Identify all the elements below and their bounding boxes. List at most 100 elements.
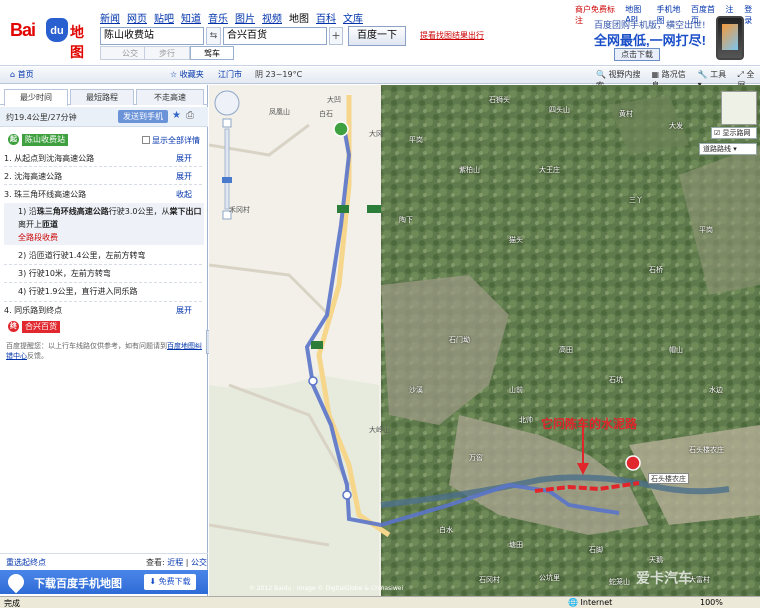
map-place-label: 大岭山 bbox=[369, 426, 390, 434]
start-input[interactable]: 陈山收费站 bbox=[100, 27, 204, 45]
map-place-label: 三丫 bbox=[629, 196, 643, 204]
sub-step-2[interactable]: 2) 沿匝道行驶1.4公里，左前方转弯 bbox=[4, 249, 204, 262]
free-download-button[interactable]: ⬇ 免费下载 bbox=[144, 574, 196, 590]
view-bus-link[interactable]: 公交 bbox=[191, 558, 207, 567]
map-place-label: 大冈 bbox=[369, 130, 383, 138]
fuzzy-result-link[interactable]: 提看找图结果出行 bbox=[420, 30, 484, 41]
start-label[interactable]: 陈山收费站 bbox=[22, 134, 68, 146]
print-icon[interactable]: ⎙ bbox=[186, 110, 194, 121]
minimap-toggle[interactable] bbox=[721, 91, 757, 125]
map-start-pin[interactable] bbox=[333, 121, 349, 137]
map-place-label: 天鹅 bbox=[649, 556, 663, 564]
paw-icon: du bbox=[46, 18, 68, 42]
step-2-expand[interactable]: 展开 bbox=[176, 171, 192, 182]
map-place-label: 禾冈村 bbox=[229, 206, 250, 214]
status-zoom[interactable]: 100% bbox=[700, 598, 723, 607]
ad-download-button[interactable]: 点击下载 bbox=[614, 48, 660, 61]
product-nav: 新闻 网页 贴吧 知道 音乐 图片 视频 地图 百科 文库 bbox=[100, 10, 363, 25]
show-all-details-checkbox[interactable]: 显示全部详情 bbox=[142, 135, 200, 146]
sub-step-3[interactable]: 3) 行驶10米，左前方转弯 bbox=[4, 267, 204, 280]
route-step-1[interactable]: 1. 从起点到沈海高速公路 展开 bbox=[4, 153, 204, 164]
route-summary: 约19.4公里/27分钟 发送到手机 ★ ⎙ bbox=[0, 107, 208, 127]
send-to-phone-button[interactable]: 发送到手机 bbox=[118, 110, 168, 123]
tab-shortest[interactable]: 最短路程 bbox=[70, 89, 134, 105]
map-copyright: © 2012 Baidu · Image © DigitalGlobe & Ch… bbox=[249, 585, 404, 592]
zoom-slider[interactable] bbox=[224, 128, 230, 210]
nav-web[interactable]: 网页 bbox=[127, 10, 147, 25]
step-2-text: 2. 沈海高速公路 bbox=[4, 172, 63, 181]
nav-image[interactable]: 图片 bbox=[235, 10, 255, 25]
end-input[interactable]: 合兴百货 bbox=[223, 27, 327, 45]
map-place-label: 白石 bbox=[319, 110, 333, 118]
sub1-a: 1) 沿 bbox=[18, 207, 37, 216]
map-place-label: 猫头 bbox=[509, 236, 523, 244]
city-selector[interactable]: 江门市 bbox=[218, 69, 242, 80]
view-separator: | bbox=[185, 558, 189, 567]
route-step-2[interactable]: 2. 沈海高速公路 展开 bbox=[4, 171, 204, 182]
add-waypoint-icon[interactable]: + bbox=[329, 27, 343, 45]
map-place-label: 塘田 bbox=[509, 541, 523, 549]
nav-map[interactable]: 地图 bbox=[289, 10, 309, 25]
nav-news[interactable]: 新闻 bbox=[100, 10, 120, 25]
status-internet: 🌐 Internet bbox=[568, 598, 613, 607]
pan-control[interactable] bbox=[214, 90, 240, 116]
search-button[interactable]: 百度一下 bbox=[348, 26, 406, 46]
sub1-b: 行驶3.0公里，从 bbox=[108, 207, 170, 216]
step-4-expand[interactable]: 展开 bbox=[176, 305, 192, 316]
sub1-road: 珠三角环线高速公路 bbox=[36, 207, 109, 216]
route-sidebar: 最少时间 最短路程 不走高速 约19.4公里/27分钟 发送到手机 ★ ⎙ 起 … bbox=[0, 85, 208, 608]
view-near-link[interactable]: 近程 bbox=[167, 558, 183, 567]
step-3-collapse[interactable]: 收起 bbox=[176, 189, 192, 200]
baidu-logo[interactable]: Bai du 地图 bbox=[10, 18, 90, 60]
home-link[interactable]: ⌂ 首页 bbox=[10, 69, 34, 80]
map-place-label: 公坑里 bbox=[539, 574, 560, 582]
star-icon[interactable]: ★ bbox=[172, 110, 181, 121]
map-place-label: 石冈村 bbox=[479, 576, 500, 584]
step-1-expand[interactable]: 展开 bbox=[176, 153, 192, 164]
show-road-net-checkbox[interactable]: ☑ 显示路网 bbox=[711, 127, 757, 139]
nav-zhidao[interactable]: 知道 bbox=[181, 10, 201, 25]
map-place-label: 蛇笼山 bbox=[609, 578, 630, 586]
map-place-label: 平岗 bbox=[409, 136, 423, 144]
step-1-text: 1. 从起点到沈海高速公路 bbox=[4, 154, 95, 163]
road-route-dropdown[interactable]: 道路路线 ▾ bbox=[699, 143, 757, 155]
mode-walk-tab[interactable]: 步行 bbox=[144, 46, 190, 60]
sub-step-1[interactable]: 1) 沿珠三角环线高速公路行驶3.0公里，从棠下出口 离开上匝道 全路段收费 bbox=[4, 203, 204, 245]
map-end-pin[interactable] bbox=[625, 455, 641, 471]
view-options: 查看: 近程 | 公交 bbox=[146, 557, 207, 568]
free-download-label: 免费下载 bbox=[158, 577, 191, 586]
map-pin-icon bbox=[4, 570, 28, 594]
map-canvas[interactable]: 大凹 凤凰山 禾冈村 白石 大冈 平岗 石狮头 四头山 黄村 大发 紫柏山 大王庄 三丫 陶下 猫头 石桥 平岗… bbox=[209, 85, 760, 596]
status-done: 完成 bbox=[4, 599, 20, 608]
tab-no-highway[interactable]: 不走高速 bbox=[136, 89, 204, 105]
mode-drive-tab[interactable]: 驾车 bbox=[190, 46, 234, 60]
map-place-label: 大富村 bbox=[689, 576, 710, 584]
sub-step-4[interactable]: 4) 行驶1.9公里，直行进入同乐路 bbox=[4, 285, 204, 298]
banner-text: 下载百度手机地图 bbox=[34, 578, 122, 590]
end-label[interactable]: 合兴百货 bbox=[22, 321, 60, 333]
nav-tieba[interactable]: 贴吧 bbox=[154, 10, 174, 25]
zoom-handle[interactable] bbox=[222, 177, 232, 183]
nav-wenku[interactable]: 文库 bbox=[343, 10, 363, 25]
route-step-4[interactable]: 4. 同乐路到终点 展开 bbox=[4, 305, 204, 316]
notice-end: 反馈。 bbox=[27, 352, 48, 360]
destination-tip[interactable]: 石头楼农庄 bbox=[648, 473, 689, 484]
map-place-label: 万窖 bbox=[469, 454, 483, 462]
reset-endpoints-link[interactable]: 重选起终点 bbox=[6, 557, 46, 568]
map-place-label: 石头楼农庄 bbox=[689, 446, 724, 454]
tab-least-time[interactable]: 最少时间 bbox=[4, 89, 68, 106]
toolbar: ⌂ 首页 ☆ 收藏夹 江门市 阴 23~19°C 🔍 视野内搜索 ▦ 路况信息 … bbox=[0, 67, 760, 90]
ad-banner[interactable]: 百度团购手机版，横空出世! 全网最低,一网打尽! 点击下载 bbox=[590, 16, 756, 62]
favorites-link[interactable]: ☆ 收藏夹 bbox=[170, 69, 204, 80]
map-place-label: 陶下 bbox=[399, 216, 413, 224]
divider bbox=[4, 301, 202, 302]
nav-music[interactable]: 音乐 bbox=[208, 10, 228, 25]
map-place-label: 石脚 bbox=[589, 546, 603, 554]
nav-video[interactable]: 视频 bbox=[262, 10, 282, 25]
route-step-3[interactable]: 3. 珠三角环线高速公路 收起 bbox=[4, 189, 204, 200]
annotation-text: 它问陈车的水泥路 bbox=[541, 417, 638, 431]
nav-baike[interactable]: 百科 bbox=[316, 10, 336, 25]
map-place-label: 紫柏山 bbox=[459, 166, 480, 174]
mobile-map-banner[interactable]: 下载百度手机地图 ⬇ 免费下载 bbox=[0, 570, 208, 594]
swap-icon[interactable]: ⇆ bbox=[206, 27, 221, 45]
